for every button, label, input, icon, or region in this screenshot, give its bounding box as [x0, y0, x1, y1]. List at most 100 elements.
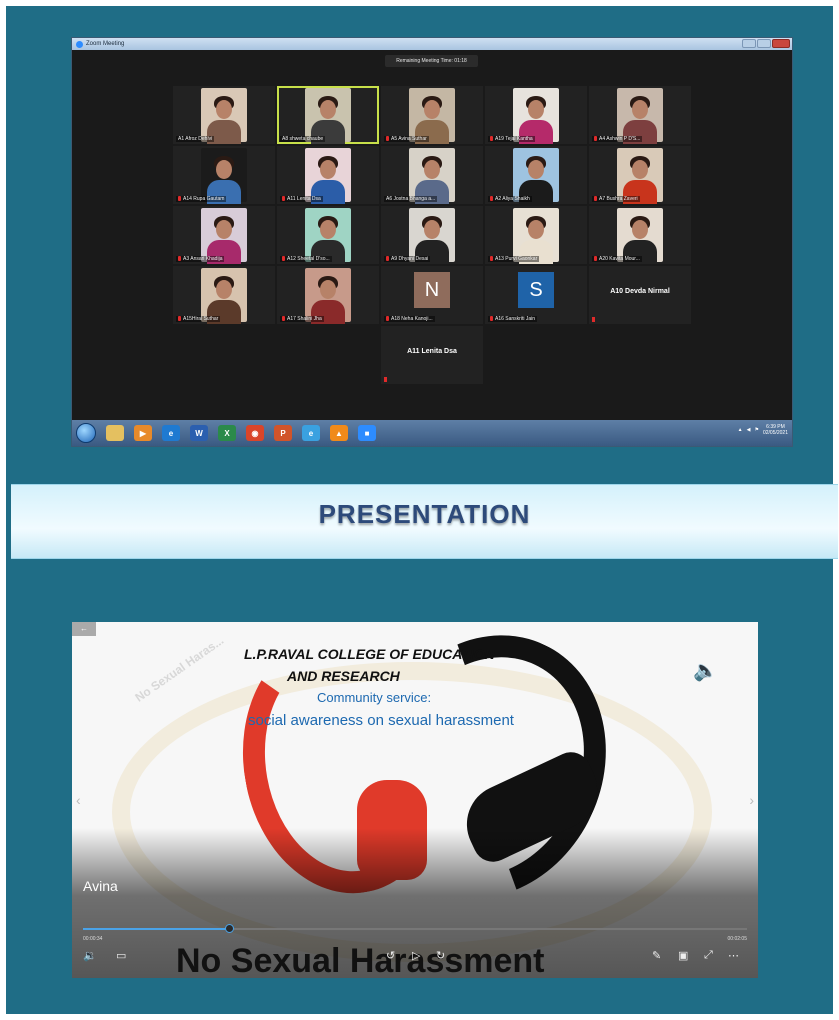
banner-title: PRESENTATION	[318, 499, 531, 529]
captions-icon[interactable]: ▭	[116, 949, 126, 962]
powerpoint-icon[interactable]: P	[274, 425, 292, 441]
miniplayer-icon[interactable]: ▣	[678, 949, 688, 962]
volume-control-icon[interactable]: 🔉	[83, 949, 97, 962]
minimize-button[interactable]	[742, 39, 756, 48]
participant-tile[interactable]: A6 Jostna Bhanga a...	[381, 146, 483, 204]
participant-name-text: A13 Purvi Gaonkar	[495, 256, 538, 262]
participant-name: A1 Afroz Dehlvi	[176, 136, 215, 142]
zoom-titlebar: Zoom Meeting	[72, 38, 792, 50]
zoom-meeting-window: Zoom Meeting Remaining Meeting Time: 01:…	[71, 37, 793, 447]
speaker-icon[interactable]: 🔈	[693, 658, 718, 683]
vlc-icon[interactable]: ▲	[330, 425, 348, 441]
participant-name-text: A17 Shalini Jha	[287, 316, 322, 322]
word-icon[interactable]: W	[190, 425, 208, 441]
edge-icon[interactable]: e	[162, 425, 180, 441]
pen-icon[interactable]: ✎	[652, 949, 661, 962]
participant-name: A12 Sheetal D'so...	[280, 256, 332, 262]
muted-mic-icon	[594, 256, 597, 262]
network-icon[interactable]: ▲	[738, 427, 743, 433]
participant-tile[interactable]: A17 Shalini Jha	[277, 266, 379, 324]
participant-tile[interactable]: S A16 Sanskriti Jain	[485, 266, 587, 324]
play-icon[interactable]: ▷	[412, 949, 420, 962]
volume-icon[interactable]: ◀	[747, 427, 751, 433]
internet-explorer-icon[interactable]: e	[302, 425, 320, 441]
participant-name: A11 Lenita Dsa	[280, 196, 323, 202]
slide-title-line1: L.P.RAVAL COLLEGE OF EDUCATION	[244, 646, 495, 662]
participant-tile[interactable]: A14 Rupa Gautam	[173, 146, 275, 204]
participant-name: A5 Avina Suthar	[384, 136, 429, 142]
progress-knob[interactable]	[225, 924, 235, 933]
previous-slide-icon[interactable]: ‹	[76, 792, 81, 808]
start-button[interactable]	[76, 423, 96, 443]
participant-tile[interactable]: A9 Dhyani Desai	[381, 206, 483, 264]
clock[interactable]: 6:39 PM 02/05/2021	[763, 424, 788, 436]
next-slide-icon[interactable]: ›	[749, 792, 754, 808]
participant-name: A13 Purvi Gaonkar	[488, 256, 540, 262]
fullscreen-icon[interactable]: ⤢	[704, 949, 713, 962]
zoom-logo-icon	[76, 40, 83, 48]
clock-date: 02/05/2021	[762, 430, 788, 436]
excel-icon[interactable]: X	[218, 425, 236, 441]
participant-video	[201, 88, 247, 144]
participant-tile[interactable]: A11 Lenita Dsa	[381, 326, 483, 384]
zoom-app-icon[interactable]: ■	[358, 425, 376, 441]
participant-name-text: A8 shweta chaube	[282, 136, 324, 142]
chrome-icon[interactable]: ◉	[246, 425, 264, 441]
forward-icon[interactable]: ↻	[436, 949, 445, 962]
flag-icon[interactable]: ⚑	[754, 427, 758, 433]
muted-mic-icon	[384, 377, 387, 382]
participant-tile[interactable]: A8 shweta chaube	[277, 86, 379, 144]
participant-tile[interactable]: A3 Ansari Khadija	[173, 206, 275, 264]
presentation-video: No Sexual Haras... L.P.RAVAL COLLEGE OF …	[72, 622, 758, 978]
participant-video	[305, 208, 351, 264]
back-arrow-icon[interactable]: ←	[72, 622, 96, 636]
participant-video	[305, 148, 351, 204]
media-player-icon[interactable]: ▶	[134, 425, 152, 441]
muted-mic-icon	[282, 256, 285, 262]
participant-name: A2 Aliya Shaikh	[488, 196, 532, 202]
slide-bottom-title: No Sexual Harassment	[176, 942, 545, 978]
slide-subtitle-line2: social awareness on sexual harassment	[248, 712, 514, 729]
taskbar-apps: ▶ e W X ◉ Pe ▲ ■	[106, 425, 376, 441]
participant-video	[201, 208, 247, 264]
participant-tile[interactable]: A4 Ashwin P D'S...	[589, 86, 691, 144]
windows-explorer-icon[interactable]	[106, 425, 124, 441]
time-total: 00:02:05	[727, 936, 747, 942]
progress-fill	[83, 928, 230, 930]
window-controls	[742, 39, 790, 48]
participant-video	[305, 268, 351, 324]
video-progress-bar[interactable]	[83, 924, 747, 933]
participant-tile[interactable]: A1 Afroz Dehlvi	[173, 86, 275, 144]
participant-video	[617, 148, 663, 204]
participant-tile[interactable]: A10 Devda Nirmal	[589, 266, 691, 324]
participant-name-text: A20 Kavita Mour...	[599, 256, 640, 262]
participant-video	[305, 88, 351, 144]
participant-video	[617, 208, 663, 264]
participant-name: A4 Ashwin P D'S...	[592, 136, 643, 142]
rewind-icon[interactable]: ↺	[386, 949, 395, 962]
participant-video	[409, 208, 455, 264]
participant-tile[interactable]: A12 Sheetal D'so...	[277, 206, 379, 264]
system-tray: ▲ ◀ ⚑ 6:39 PM 02/05/2021	[738, 424, 788, 436]
participant-name-text: A11 Lenita Dsa	[287, 196, 321, 202]
participant-tile[interactable]: N A18 Neha Kanoji...	[381, 266, 483, 324]
participant-tile[interactable]: A5 Avina Suthar	[381, 86, 483, 144]
participant-name-text: A15Hiral Suthar	[183, 316, 219, 322]
participant-name-text: A3 Ansari Khadija	[183, 256, 223, 262]
participant-name: A20 Kavita Mour...	[592, 256, 642, 262]
slide-subtitle-line1: Community service:	[317, 690, 432, 705]
participant-tile[interactable]: A20 Kavita Mour...	[589, 206, 691, 264]
muted-mic-icon	[594, 196, 597, 202]
participant-tile[interactable]: A7 Bushra Zaveri	[589, 146, 691, 204]
participant-name-text: A16 Sanskriti Jain	[495, 316, 536, 322]
more-options-icon[interactable]: ⋯	[728, 949, 739, 962]
maximize-button[interactable]	[757, 39, 771, 48]
participant-name-text: A18 Neha Kanoji...	[391, 316, 433, 322]
participant-name: A7 Bushra Zaveri	[592, 196, 640, 202]
participant-tile[interactable]: A19 Tejal Kantha	[485, 86, 587, 144]
participant-tile[interactable]: A13 Purvi Gaonkar	[485, 206, 587, 264]
participant-tile[interactable]: A2 Aliya Shaikh	[485, 146, 587, 204]
close-button[interactable]	[772, 39, 790, 48]
participant-tile[interactable]: A15Hiral Suthar	[173, 266, 275, 324]
participant-tile[interactable]: A11 Lenita Dsa	[277, 146, 379, 204]
